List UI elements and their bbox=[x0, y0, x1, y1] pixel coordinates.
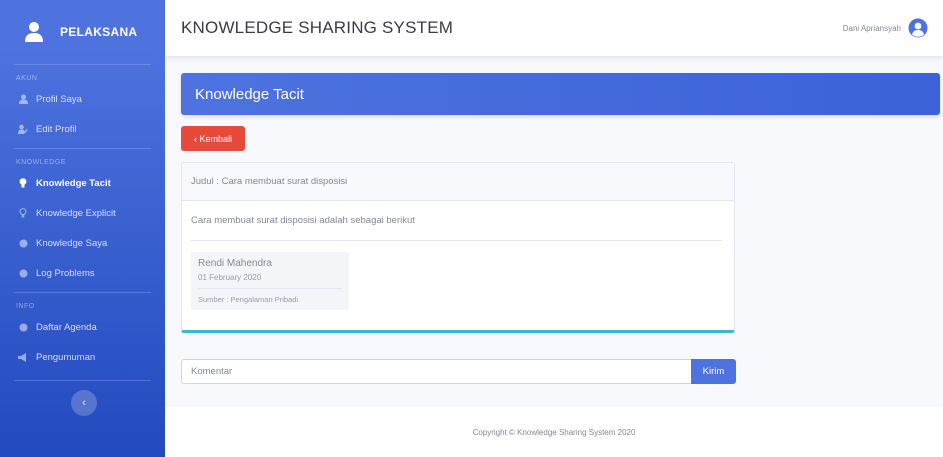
sidebar-item-log-problems[interactable]: Log Problems bbox=[0, 258, 165, 288]
system-title: KNOWLEDGE SHARING SYSTEM bbox=[181, 18, 454, 37]
sidebar-item-label: Knowledge Saya bbox=[36, 237, 108, 249]
copyright-text: Copyright © Knowledge Sharing System 202… bbox=[472, 427, 636, 437]
sidebar-item-label: Edit Profil bbox=[36, 123, 77, 135]
lightbulb-icon bbox=[18, 178, 28, 188]
username: Dani Apriansyah bbox=[842, 23, 901, 33]
sidebar-brand[interactable]: PELAKSANA bbox=[0, 0, 165, 64]
author-info: Rendi Mahendra 01 February 2020 Sumber :… bbox=[191, 252, 349, 310]
sidebar-item-label: Knowledge Explicit bbox=[36, 207, 116, 219]
sidebar-toggle-button[interactable]: ‹ bbox=[71, 390, 97, 416]
user-icon bbox=[22, 20, 46, 44]
knowledge-content: Cara membuat surat disposisi adalah seba… bbox=[191, 215, 722, 241]
author-date: 01 February 2020 bbox=[198, 273, 342, 289]
back-button[interactable]: ‹ Kembali bbox=[181, 126, 245, 151]
card-title: Judul : Cara membuat surat disposisi bbox=[182, 163, 734, 201]
sidebar-heading-info: INFO bbox=[16, 303, 35, 310]
user-icon bbox=[18, 94, 28, 104]
comment-form: Kirim bbox=[181, 359, 736, 384]
sidebar-item-label: Profil Saya bbox=[36, 93, 82, 105]
knowledge-source: Sumber : Pengalaman Pribadi bbox=[198, 295, 299, 304]
sidebar-heading-knowledge: KNOWLEDGE bbox=[16, 159, 67, 166]
sidebar-item-knowledge-explicit[interactable]: Knowledge Explicit bbox=[0, 198, 165, 228]
sidebar-heading-akun: AKUN bbox=[16, 75, 38, 82]
sidebar-item-profil-saya[interactable]: Profil Saya bbox=[0, 84, 165, 114]
sidebar-item-daftar-agenda[interactable]: Daftar Agenda bbox=[0, 312, 165, 342]
sidebar-item-label: Daftar Agenda bbox=[36, 321, 97, 333]
brand-label: PELAKSANA bbox=[60, 25, 138, 39]
avatar-icon bbox=[907, 17, 929, 39]
author-name: Rendi Mahendra bbox=[198, 258, 272, 269]
sidebar-item-knowledge-saya[interactable]: Knowledge Saya bbox=[0, 228, 165, 258]
circle-icon bbox=[18, 322, 28, 332]
knowledge-card: Judul : Cara membuat surat disposisi Car… bbox=[181, 162, 735, 333]
chevron-left-icon: ‹ bbox=[82, 397, 86, 409]
footer: Copyright © Knowledge Sharing System 202… bbox=[165, 407, 943, 457]
user-edit-icon bbox=[18, 124, 28, 134]
page-title: Knowledge Tacit bbox=[181, 73, 940, 115]
sidebar-item-knowledge-tacit[interactable]: Knowledge Tacit bbox=[0, 168, 165, 198]
send-button[interactable]: Kirim bbox=[691, 359, 736, 384]
circle-icon bbox=[18, 268, 28, 278]
card-body: Cara membuat surat disposisi adalah seba… bbox=[182, 201, 734, 310]
bullhorn-icon bbox=[18, 352, 28, 362]
user-menu[interactable]: Dani Apriansyah bbox=[843, 17, 929, 39]
lightbulb-outline-icon bbox=[18, 208, 28, 218]
sidebar-item-edit-profil[interactable]: Edit Profil bbox=[0, 114, 165, 144]
comment-input[interactable] bbox=[181, 359, 691, 384]
sidebar-divider bbox=[14, 380, 151, 381]
sidebar-item-label: Log Problems bbox=[36, 267, 95, 279]
sidebar-item-label: Knowledge Tacit bbox=[36, 177, 111, 189]
topbar: KNOWLEDGE SHARING SYSTEM Dani Apriansyah bbox=[165, 0, 943, 56]
circle-icon bbox=[18, 238, 28, 248]
sidebar: PELAKSANA AKUN Profil Saya Edit Profil K… bbox=[0, 0, 165, 457]
sidebar-item-label: Pengumuman bbox=[36, 351, 96, 363]
sidebar-item-pengumuman[interactable]: Pengumuman bbox=[0, 342, 165, 372]
